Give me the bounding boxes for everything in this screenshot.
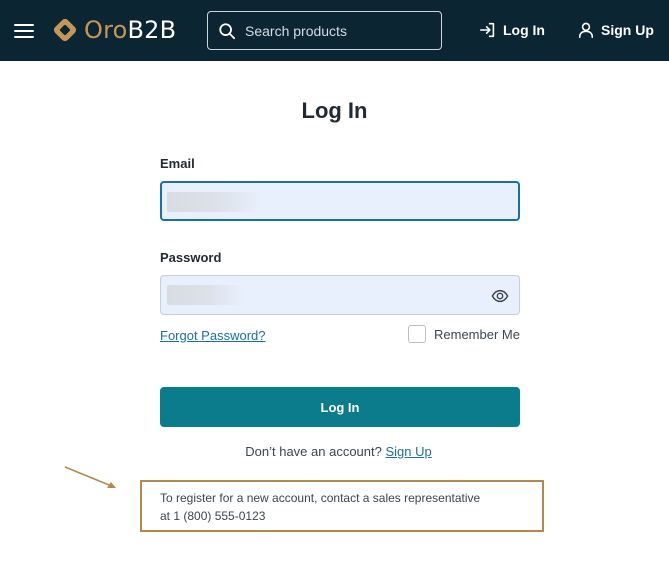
registration-note-line1: To register for a new account, contact a… (160, 491, 481, 505)
header-signup-label: Sign Up (601, 22, 654, 38)
logo[interactable]: OroB2B (50, 14, 176, 46)
remember-me-label: Remember Me (434, 326, 520, 342)
eye-icon[interactable] (491, 287, 509, 305)
signup-link[interactable]: Sign Up (385, 444, 431, 459)
password-field[interactable] (160, 275, 520, 315)
login-button[interactable]: Log In (160, 387, 520, 427)
forgot-password-link[interactable]: Forgot Password? (160, 328, 266, 343)
email-value-redacted (167, 192, 262, 212)
annotation-arrow (64, 466, 116, 488)
user-icon (578, 22, 594, 39)
email-field[interactable] (160, 181, 520, 221)
header-bar: OroB2B Log In Sign Up (0, 0, 669, 61)
search-icon (219, 22, 236, 39)
email-label: Email (160, 156, 195, 171)
no-account-text: Don’t have an account? (245, 444, 382, 459)
header-login-label: Log In (503, 22, 545, 38)
remember-me-checkbox[interactable] (408, 325, 426, 343)
search-input[interactable] (245, 22, 435, 39)
logo-text: OroB2B (84, 16, 176, 44)
registration-note-line2: at 1 (800) 555-0123 (160, 509, 266, 523)
login-icon (479, 22, 495, 38)
logo-text-oro: Oro (84, 16, 128, 44)
password-label: Password (160, 250, 222, 265)
search-box[interactable] (207, 11, 442, 50)
logo-text-b2b: B2B (127, 16, 177, 44)
header-login-link[interactable]: Log In (479, 20, 545, 40)
menu-icon[interactable] (14, 21, 36, 39)
no-account-line: Don’t have an account? Sign Up (0, 444, 669, 459)
page-title: Log In (301, 98, 368, 123)
logo-icon (53, 18, 77, 42)
remember-me[interactable]: Remember Me (408, 325, 520, 343)
registration-note: To register for a new account, contact a… (140, 480, 544, 532)
password-value-redacted (167, 285, 245, 305)
header-signup-link[interactable]: Sign Up (577, 20, 654, 40)
